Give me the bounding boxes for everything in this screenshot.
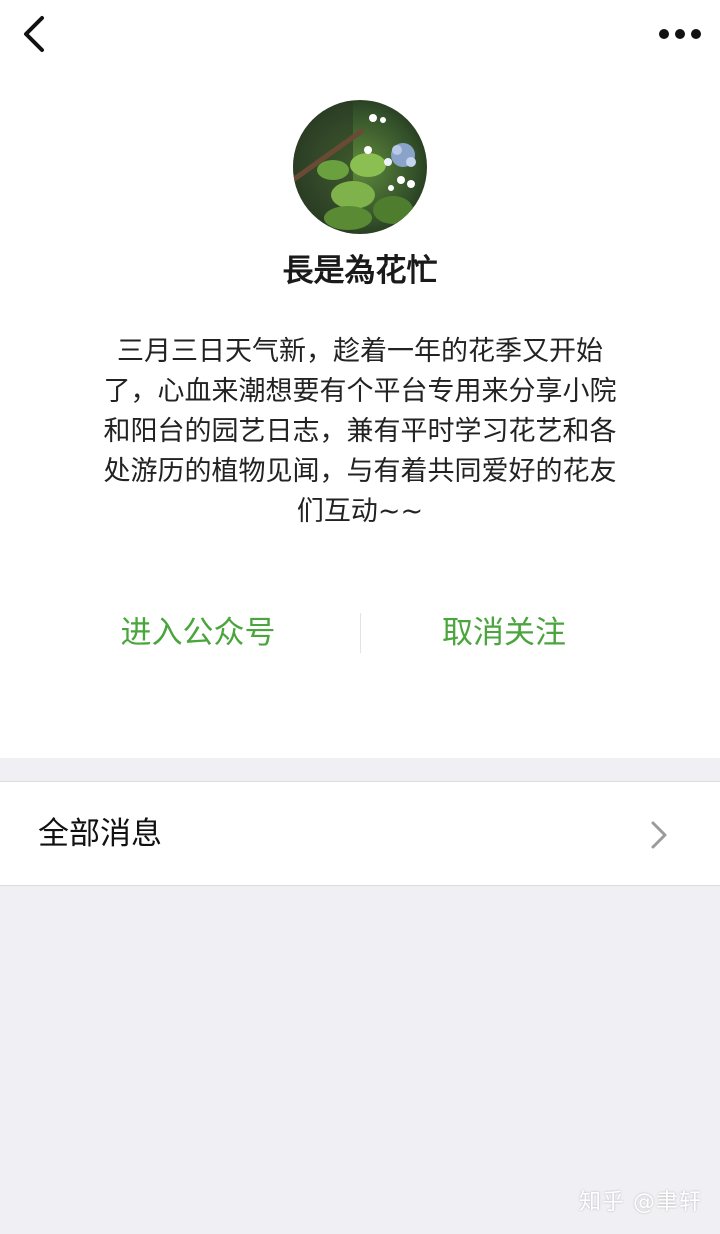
- more-button[interactable]: [654, 14, 706, 54]
- action-bar: 进入公众号 取消关注: [0, 607, 720, 659]
- chevron-right-icon: [651, 821, 667, 849]
- back-arrow-icon: [24, 16, 44, 52]
- all-messages-label: 全部消息: [38, 816, 162, 852]
- enter-account-button[interactable]: 进入公众号: [78, 607, 318, 659]
- account-description: 三月三日天气新，趁着一年的花季又开始了，心血来潮想要有个平台专用来分享小院和阳台…: [103, 336, 617, 527]
- account-name: 長是為花忙: [282, 253, 438, 289]
- all-messages-row[interactable]: 全部消息: [0, 781, 720, 886]
- watermark: 知乎 @聿轩: [579, 1190, 702, 1215]
- profile-card: 長是為花忙 三月三日天气新，趁着一年的花季又开始了，心血来潮想要有个平台专用来分…: [0, 0, 720, 758]
- action-divider: [360, 613, 361, 653]
- avatar: [293, 100, 427, 234]
- official-account-profile-page: 長是為花忙 三月三日天气新，趁着一年的花季又开始了，心血来潮想要有个平台专用来分…: [0, 0, 720, 1234]
- more-dots-icon: [659, 29, 701, 39]
- unfollow-button[interactable]: 取消关注: [384, 607, 624, 659]
- avatar-flower-image: [293, 100, 427, 234]
- back-button[interactable]: [12, 12, 56, 56]
